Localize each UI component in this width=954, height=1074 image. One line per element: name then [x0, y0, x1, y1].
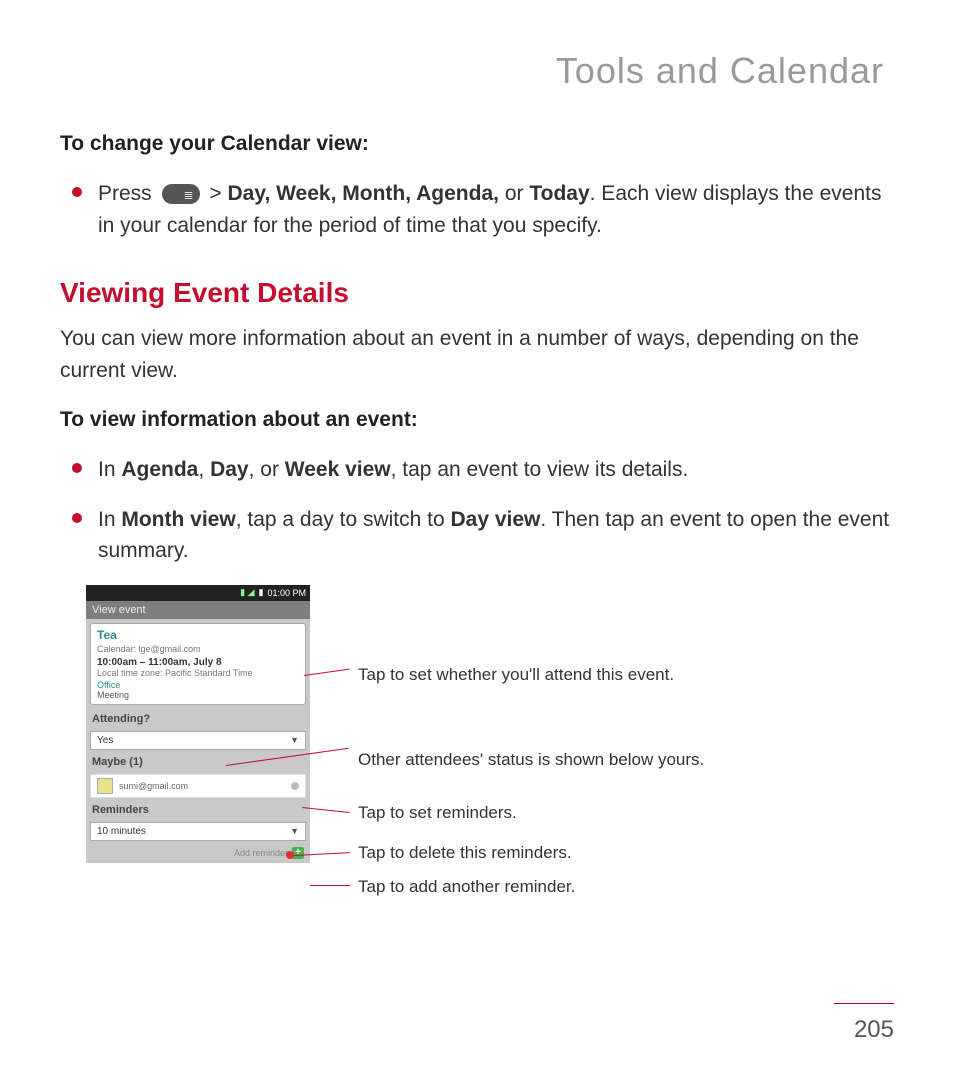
section-title: Viewing Event Details — [60, 277, 894, 309]
text: , tap an event to view its details. — [391, 458, 689, 481]
add-reminder-label: Add reminder — [234, 848, 288, 858]
callout-set-reminders: Tap to set reminders. — [358, 803, 517, 823]
reminder-dropdown[interactable]: 10 minutes ▼ — [90, 822, 306, 841]
attendee-row: sumi@gmail.com — [90, 774, 306, 798]
bold-text: Day view — [451, 508, 541, 531]
page-title: Tools and Calendar — [60, 50, 894, 92]
callout-add-reminder: Tap to add another reminder. — [358, 877, 575, 897]
callout-delete-reminder: Tap to delete this reminders. — [358, 843, 572, 863]
leader-line — [304, 668, 350, 675]
bullet-text: In Agenda, Day, or Week view, tap an eve… — [98, 454, 688, 486]
chevron-down-icon: ▼ — [290, 735, 299, 745]
bullet-text: Press > Day, Week, Month, Agenda, or Tod… — [98, 178, 894, 241]
reminders-label: Reminders — [86, 800, 310, 820]
event-name: Tea — [97, 628, 299, 642]
add-reminder-row[interactable]: Add reminder + — [86, 843, 310, 863]
bold-text: Day — [210, 458, 249, 481]
text: > — [209, 182, 221, 205]
bullet-icon — [72, 187, 82, 197]
delete-reminder-icon[interactable] — [286, 851, 294, 859]
bold-text: Agenda — [121, 458, 198, 481]
screen-title: View event — [86, 601, 310, 619]
page-number-rule — [834, 1003, 894, 1004]
subheading-change-view: To change your Calendar view: — [60, 132, 894, 156]
event-card: Tea Calendar: lge@gmail.com 10:00am – 11… — [90, 623, 306, 705]
event-description: Meeting — [97, 690, 299, 700]
page-number: 205 — [854, 1016, 894, 1044]
status-time: 01:00 PM — [267, 588, 306, 598]
text: , tap a day to switch to — [236, 508, 445, 531]
status-dot-icon — [291, 782, 299, 790]
bullet-item: In Month view, tap a day to switch to Da… — [60, 504, 894, 567]
reminder-value: 10 minutes — [97, 826, 146, 837]
bullet-icon — [72, 463, 82, 473]
text: or — [505, 182, 524, 205]
bold-text: Week view — [285, 458, 391, 481]
figure-area: ▮ ◢ ▮ 01:00 PM View event Tea Calendar: … — [86, 585, 894, 925]
bullet-item: In Agenda, Day, or Week view, tap an eve… — [60, 454, 894, 486]
text: In — [98, 458, 116, 481]
event-time: 10:00am – 11:00am, July 8 — [97, 657, 299, 668]
bullet-item: Press > Day, Week, Month, Agenda, or Tod… — [60, 178, 894, 241]
callout-attend: Tap to set whether you'll attend this ev… — [358, 665, 674, 685]
menu-key-icon — [162, 184, 200, 204]
chevron-down-icon: ▼ — [290, 826, 299, 836]
attending-label: Attending? — [86, 709, 310, 729]
bullet-text: In Month view, tap a day to switch to Da… — [98, 504, 894, 567]
event-location: Office — [97, 680, 299, 690]
plus-icon: + — [292, 847, 304, 859]
text: , — [198, 458, 204, 481]
event-calendar: Calendar: lge@gmail.com — [97, 644, 299, 654]
callout-attendees: Other attendees' status is shown below y… — [358, 750, 704, 770]
text: In — [98, 508, 116, 531]
phone-screenshot: ▮ ◢ ▮ 01:00 PM View event Tea Calendar: … — [86, 585, 310, 863]
event-timezone: Local time zone: Pacific Standard Time — [97, 668, 299, 678]
text: Press — [98, 182, 152, 205]
bullet-icon — [72, 513, 82, 523]
leader-line — [310, 885, 350, 886]
maybe-label: Maybe (1) — [86, 752, 310, 772]
bold-text: Today — [529, 182, 589, 205]
paragraph: You can view more information about an e… — [60, 323, 894, 386]
bold-text: Day, Week, Month, Agenda, — [227, 182, 498, 205]
attendee-email: sumi@gmail.com — [119, 781, 188, 791]
text: , or — [249, 458, 279, 481]
attending-dropdown[interactable]: Yes ▼ — [90, 731, 306, 750]
battery-icon: ▮ — [259, 587, 264, 598]
signal-icon: ▮ ◢ — [240, 587, 254, 598]
status-bar: ▮ ◢ ▮ 01:00 PM — [86, 585, 310, 601]
subheading-view-info: To view information about an event: — [60, 408, 894, 432]
bold-text: Month view — [121, 508, 235, 531]
attending-value: Yes — [97, 735, 113, 746]
avatar-icon — [97, 778, 113, 794]
